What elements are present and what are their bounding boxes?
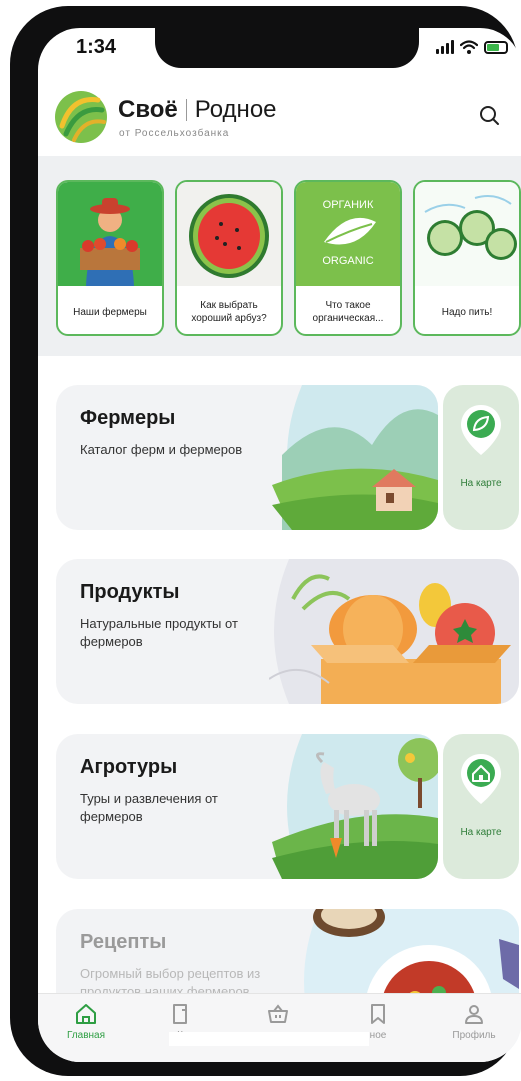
card-description: Каталог ферм и фермеров [80, 442, 243, 457]
stories-carousel: Наши фермеры Как выбрать хороший арбуз? [38, 156, 521, 356]
farm-landscape-image [272, 385, 438, 530]
map-label: На карте [460, 827, 502, 838]
watermelon-image [177, 182, 281, 286]
brand-name-main: Своё [118, 96, 178, 123]
app-screen: 1:34 Своё Родное от Россельхозбанка Наши… [38, 28, 521, 1062]
tab-basket[interactable] [238, 1002, 318, 1030]
story-drink[interactable]: Надо пить! [413, 180, 521, 336]
search-icon[interactable] [478, 104, 500, 126]
bookmark-icon [371, 1004, 385, 1024]
map-label: На карте [460, 478, 502, 489]
phone-frame: 1:34 Своё Родное от Россельхозбанка Наши… [10, 6, 521, 1076]
brand-name: Своё Родное [118, 96, 277, 124]
story-caption: Наши фермеры [73, 306, 147, 318]
status-icons [436, 40, 508, 54]
farmers-map-button[interactable]: На карте [443, 385, 519, 530]
story-caption: Что такое органическая... [312, 300, 384, 324]
card-title: Рецепты [80, 931, 167, 953]
card-description: Натуральные продукты от фермеров [80, 616, 238, 649]
card-title: Агротуры [80, 756, 178, 778]
story-caption: Надо пить! [441, 306, 493, 318]
organic-label-bottom: ORGANIC [322, 255, 373, 267]
leaf-pin-icon [461, 405, 501, 455]
tab-home[interactable]: Главная [46, 1002, 126, 1041]
card-title: Продукты [80, 581, 180, 603]
brand-name-second: Родное [194, 96, 277, 123]
brand-subtitle: от Россельхозбанка [119, 128, 230, 139]
card-agrotours[interactable]: Агротуры Туры и развлечения от фермеров [56, 734, 438, 879]
tab-profile[interactable]: Профиль [434, 1002, 514, 1041]
signal-icon [436, 40, 454, 54]
basket-icon [268, 1004, 288, 1023]
tab-label: Главная [66, 1030, 106, 1041]
notch [155, 28, 419, 68]
brand-logo-icon [55, 91, 107, 143]
goat-field-image [272, 734, 438, 879]
tab-label: Профиль [452, 1030, 496, 1041]
card-title: Фермеры [80, 407, 176, 429]
home-icon [76, 1004, 96, 1024]
story-organic[interactable]: ОРГАНИК ORGANIC Что такое органическая..… [294, 180, 402, 336]
card-products[interactable]: Продукты Натуральные продукты от фермеро… [56, 559, 519, 704]
home-pin-icon [461, 754, 501, 804]
redaction-bar [169, 1032, 369, 1046]
profile-icon [465, 1005, 483, 1024]
status-time: 1:34 [76, 36, 117, 58]
brand-divider [185, 99, 187, 121]
agrotours-map-button[interactable]: На карте [443, 734, 519, 879]
story-caption: Как выбрать хороший арбуз? [191, 300, 267, 324]
organic-leaf-image: ОРГАНИК ORGANIC [296, 182, 400, 286]
story-watermelon[interactable]: Как выбрать хороший арбуз? [175, 180, 283, 336]
battery-icon [484, 40, 508, 54]
organic-label-top: ОРГАНИК [323, 199, 374, 211]
catalog-icon [173, 1004, 187, 1024]
card-description: Туры и развлечения от фермеров [80, 791, 218, 824]
card-farmers[interactable]: Фермеры Каталог ферм и фермеров [56, 385, 438, 530]
story-farmers[interactable]: Наши фермеры [56, 180, 164, 336]
produce-box-image [269, 559, 519, 704]
cucumber-image [415, 182, 519, 286]
wifi-icon [460, 40, 478, 54]
farmer-image [58, 182, 162, 286]
bottom-tab-bar: Главная К ное [38, 993, 521, 1062]
header: Своё Родное от Россельхозбанка [38, 86, 521, 156]
